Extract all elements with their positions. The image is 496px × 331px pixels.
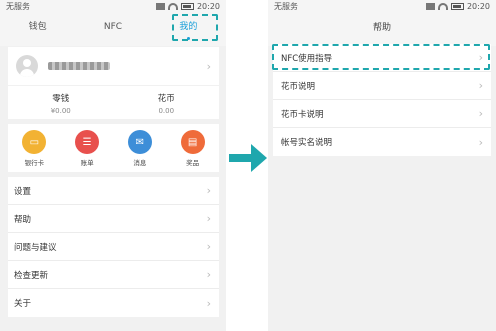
menu-item-label: 帮助: [14, 214, 32, 225]
menu-item-label: 设置: [14, 186, 32, 197]
wifi-icon: [167, 2, 178, 10]
menu-item-feedback[interactable]: 问题与建议 ›: [8, 233, 219, 261]
tab-highlight-box: [172, 14, 218, 41]
bill-icon: ☰: [75, 130, 100, 154]
shortcut-bill[interactable]: ☰ 账单: [61, 124, 114, 172]
menu-item-coin-card-info[interactable]: 花币卡说明 ›: [273, 100, 491, 128]
chevron-right-icon: ›: [206, 268, 211, 281]
menu-item-label: 花币说明: [281, 81, 316, 92]
shortcut-bank-card[interactable]: ▭ 银行卡: [8, 124, 61, 172]
chevron-right-icon: ›: [206, 212, 211, 225]
status-bar: 无服务 20:20: [0, 0, 226, 12]
chevron-right-icon: ›: [206, 240, 211, 253]
shortcut-label: 消息: [133, 159, 147, 167]
chevron-right-icon: ›: [478, 107, 483, 120]
signal-icon: [155, 2, 165, 10]
carrier-text: 无服务: [6, 1, 30, 11]
tab-wallet[interactable]: 钱包: [0, 12, 75, 46]
shortcut-gift[interactable]: ▤ 奖品: [166, 124, 219, 172]
wifi-icon: [437, 2, 448, 10]
coin-balance[interactable]: 花币 0.00: [114, 86, 220, 119]
avatar: [16, 55, 38, 77]
coin-label: 花币: [157, 94, 175, 104]
blurred-username: [48, 62, 110, 70]
menu-item-about[interactable]: 关于 ›: [8, 289, 219, 317]
chevron-right-icon: ›: [206, 59, 211, 73]
status-time: 20:20: [196, 1, 220, 11]
menu-item-check-update[interactable]: 检查更新 ›: [8, 261, 219, 289]
tab-nfc[interactable]: NFC: [75, 12, 150, 46]
change-label: 零钱: [52, 94, 70, 104]
shortcut-label: 银行卡: [24, 159, 45, 167]
menu-item-settings[interactable]: 设置 ›: [8, 177, 219, 205]
status-bar: 无服务 20:20: [268, 0, 496, 12]
chevron-right-icon: ›: [206, 296, 211, 310]
profile-card[interactable]: ›: [8, 47, 219, 85]
change-balance[interactable]: 零钱 ¥0.00: [8, 86, 114, 119]
shortcut-label: 账单: [80, 159, 94, 167]
nfc-guide-highlight-box: [272, 44, 490, 70]
chevron-right-icon: ›: [206, 184, 211, 197]
bank-card-icon: ▭: [22, 130, 47, 154]
menu-item-label: 问题与建议: [14, 242, 57, 253]
page-title: 帮助: [268, 12, 496, 46]
my-page-screen: 无服务 20:20 钱包 NFC 我的 › 零钱 ¥0.00 花币 0.00 ▭…: [0, 0, 226, 331]
carrier-text: 无服务: [274, 1, 298, 11]
message-icon: ✉: [127, 130, 152, 154]
status-time: 20:20: [466, 1, 490, 11]
signal-icon: [425, 2, 435, 10]
battery-icon: [180, 2, 194, 10]
gift-icon: ▤: [180, 130, 205, 154]
chevron-right-icon: ›: [478, 79, 483, 92]
settings-menu: 设置 › 帮助 › 问题与建议 › 检查更新 › 关于 ›: [8, 177, 219, 317]
arrow-right-icon: [229, 144, 267, 172]
menu-item-label: 关于: [14, 299, 32, 309]
change-value: ¥0.00: [50, 107, 71, 115]
menu-item-help[interactable]: 帮助 ›: [8, 205, 219, 233]
menu-item-label: 检查更新: [14, 270, 49, 281]
shortcut-label: 奖品: [186, 159, 200, 167]
shortcut-row: ▭ 银行卡 ☰ 账单 ✉ 消息 ▤ 奖品: [8, 124, 219, 172]
coin-value: 0.00: [158, 107, 175, 115]
wallet-summary: 零钱 ¥0.00 花币 0.00: [8, 86, 219, 119]
menu-item-coin-info[interactable]: 花币说明 ›: [273, 72, 491, 100]
menu-item-label: 花币卡说明: [281, 109, 324, 120]
battery-icon: [450, 2, 464, 10]
menu-item-realname-info[interactable]: 帐号实名说明 ›: [273, 128, 491, 156]
chevron-right-icon: ›: [478, 135, 483, 149]
menu-item-label: 帐号实名说明: [281, 138, 333, 148]
shortcut-message[interactable]: ✉ 消息: [114, 124, 167, 172]
